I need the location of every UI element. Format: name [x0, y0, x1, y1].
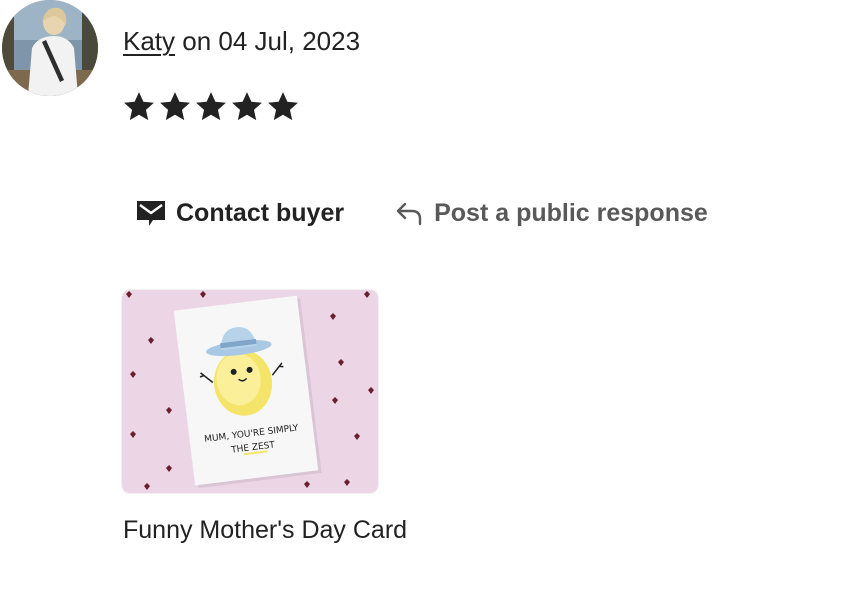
- review-actions: Contact buyer Post a public response: [136, 198, 708, 228]
- star-icon: [196, 92, 226, 121]
- mail-chat-icon: [137, 201, 165, 226]
- contact-buyer-label: Contact buyer: [176, 198, 345, 227]
- reviewer-avatar[interactable]: [2, 0, 98, 96]
- star-icon: [160, 92, 190, 121]
- reviewer-name-link[interactable]: Katy: [123, 26, 175, 56]
- reply-arrow-icon: [396, 202, 422, 226]
- star-rating: [122, 90, 300, 124]
- contact-buyer-button[interactable]: Contact buyer: [136, 198, 344, 228]
- product-title[interactable]: Funny Mother's Day Card: [123, 516, 407, 545]
- product-thumbnail[interactable]: MUM, YOU'RE SIMPLY THE ZEST: [122, 290, 378, 493]
- star-icon: [232, 92, 262, 121]
- post-public-response-button[interactable]: Post a public response: [394, 198, 708, 228]
- star-icon: [124, 92, 154, 121]
- post-public-response-label: Post a public response: [434, 198, 708, 227]
- review-meta: Katy on 04 Jul, 2023: [123, 26, 360, 57]
- star-icon: [268, 92, 298, 121]
- review-date: on 04 Jul, 2023: [175, 26, 361, 56]
